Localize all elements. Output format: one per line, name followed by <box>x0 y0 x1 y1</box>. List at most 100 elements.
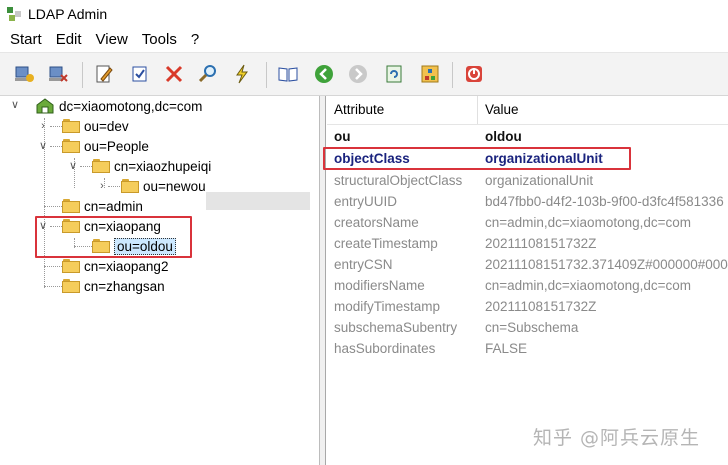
attribute-row[interactable]: entryUUID bd47fbb0-d4f2-103b-9f00-d3fc4f… <box>327 191 728 212</box>
attribute-value: cn=admin,dc=xiaomotong,dc=com <box>485 215 691 230</box>
folder-icon <box>92 159 110 173</box>
tree-node-zhangsan[interactable]: cn=zhangsan <box>62 276 165 296</box>
attribute-row[interactable]: creatorsName cn=admin,dc=xiaomotong,dc=c… <box>327 212 728 233</box>
folder-icon <box>62 139 80 153</box>
attribute-row[interactable]: hasSubordinates FALSE <box>327 338 728 359</box>
attribute-row[interactable]: structuralObjectClass organizationalUnit <box>327 170 728 191</box>
attribute-name: subschemaSubentry <box>334 320 458 335</box>
tree-node-label: ou=newou <box>143 178 206 194</box>
attribute-list[interactable]: Attribute Value ou oldou objectClass org… <box>323 96 728 465</box>
book-icon[interactable] <box>276 62 300 86</box>
tree-line <box>44 206 62 207</box>
tree-node-label: cn=zhangsan <box>84 278 165 294</box>
search-icon[interactable] <box>196 62 220 86</box>
attribute-row[interactable]: modifiersName cn=admin,dc=xiaomotong,dc=… <box>327 275 728 296</box>
connect-icon[interactable] <box>12 62 36 86</box>
toolbar-separator <box>452 62 453 88</box>
attribute-name: modifyTimestamp <box>334 299 441 314</box>
tree-node-label: cn=admin <box>84 198 143 214</box>
attribute-name: structuralObjectClass <box>334 173 463 188</box>
tree-node-admin[interactable]: cn=admin <box>62 196 143 216</box>
lightning-icon[interactable] <box>230 62 254 86</box>
attribute-name: modifiersName <box>334 278 425 293</box>
collapse-chevron-icon[interactable]: ∨ <box>10 100 20 111</box>
attribute-value: 20211108151732Z <box>485 299 597 314</box>
title-bar: LDAP Admin <box>0 0 728 28</box>
column-header-value[interactable]: Value <box>478 96 728 124</box>
tree-root-label: dc=xiaomotong,dc=com <box>59 98 203 114</box>
collapse-chevron-icon[interactable]: ∨ <box>68 161 78 172</box>
folder-icon <box>62 119 80 133</box>
attribute-name: ou <box>334 129 351 144</box>
attribute-value: FALSE <box>485 341 528 356</box>
column-header-attribute[interactable]: Attribute <box>327 96 478 124</box>
tree-node-label: ou=dev <box>84 118 129 134</box>
attribute-value: cn=Subschema <box>485 320 579 335</box>
tree-root[interactable]: dc=xiaomotong,dc=com <box>35 96 202 116</box>
forward-icon[interactable] <box>346 62 370 86</box>
attribute-name: entryCSN <box>334 257 393 272</box>
watermark-text: 知乎 @阿兵云原生 <box>533 427 701 449</box>
attribute-name: creatorsName <box>334 215 419 230</box>
server-icon <box>35 97 55 115</box>
edit-icon[interactable] <box>92 62 116 86</box>
tree-icon[interactable] <box>418 62 442 86</box>
tree-line <box>44 266 62 267</box>
tree-node-newou[interactable]: ou=newou <box>121 176 206 196</box>
disconnect-icon[interactable] <box>46 62 70 86</box>
directory-tree[interactable]: ∨ dc=xiaomotong,dc=com › ou=dev ∨ ou=Peo… <box>0 96 320 465</box>
tree-line <box>44 286 62 287</box>
attribute-row[interactable]: createTimestamp 20211108151732Z <box>327 233 728 254</box>
window-title: LDAP Admin <box>28 6 108 22</box>
toolbar <box>0 52 728 96</box>
refresh-icon[interactable] <box>382 62 406 86</box>
folder-icon <box>62 199 80 213</box>
attribute-value: bd47fbb0-d4f2-103b-9f00-d3fc4f581336 <box>485 194 724 209</box>
toolbar-separator <box>82 62 83 88</box>
tree-line <box>80 166 92 167</box>
attribute-value: oldou <box>485 129 522 144</box>
attribute-value: 20211108151732.371409Z#000000#000#000000 <box>485 257 728 272</box>
menu-view[interactable]: View <box>90 28 136 52</box>
tree-node-label: ou=People <box>84 138 149 154</box>
tree-line <box>108 186 120 187</box>
menu-edit[interactable]: Edit <box>50 28 90 52</box>
folder-icon <box>121 179 139 193</box>
expand-chevron-icon[interactable]: › <box>38 121 48 132</box>
highlight-box <box>35 216 192 258</box>
tree-node-label: cn=xiaozhupeiqi <box>114 158 212 174</box>
attribute-name: hasSubordinates <box>334 341 436 356</box>
tree-line <box>50 126 62 127</box>
header-divider <box>327 124 728 125</box>
tree-node-people[interactable]: ou=People <box>62 136 149 156</box>
properties-icon[interactable] <box>128 62 152 86</box>
attribute-row[interactable]: ou oldou <box>327 126 728 147</box>
attribute-name: createTimestamp <box>334 236 438 251</box>
delete-icon[interactable] <box>162 62 186 86</box>
menu-start[interactable]: Start <box>4 28 50 52</box>
toolbar-separator <box>266 62 267 88</box>
tree-node-dev[interactable]: ou=dev <box>62 116 129 136</box>
tree-line <box>50 146 62 147</box>
folder-icon <box>62 259 80 273</box>
attribute-row[interactable]: modifyTimestamp 20211108151732Z <box>327 296 728 317</box>
menu-tools[interactable]: Tools <box>136 28 185 52</box>
blurred-region <box>206 192 310 210</box>
menu-bar: Start Edit View Tools ? <box>0 28 728 52</box>
folder-icon <box>62 279 80 293</box>
menu-help[interactable]: ? <box>185 28 207 52</box>
expand-chevron-icon[interactable]: › <box>97 181 107 192</box>
app-icon <box>6 6 22 22</box>
back-icon[interactable] <box>312 62 336 86</box>
exit-icon[interactable] <box>462 62 486 86</box>
highlight-box <box>323 147 631 170</box>
attribute-row[interactable]: subschemaSubentry cn=Subschema <box>327 317 728 338</box>
tree-node-xiaopang2[interactable]: cn=xiaopang2 <box>62 256 168 276</box>
attribute-name: entryUUID <box>334 194 398 209</box>
attribute-value: cn=admin,dc=xiaomotong,dc=com <box>485 278 691 293</box>
attribute-row[interactable]: entryCSN 20211108151732.371409Z#000000#0… <box>327 254 728 275</box>
attribute-value: 20211108151732Z <box>485 236 597 251</box>
attribute-value: organizationalUnit <box>485 173 594 188</box>
tree-node-xiaozhupeiqi[interactable]: cn=xiaozhupeiqi <box>92 156 211 176</box>
collapse-chevron-icon[interactable]: ∨ <box>38 141 48 152</box>
